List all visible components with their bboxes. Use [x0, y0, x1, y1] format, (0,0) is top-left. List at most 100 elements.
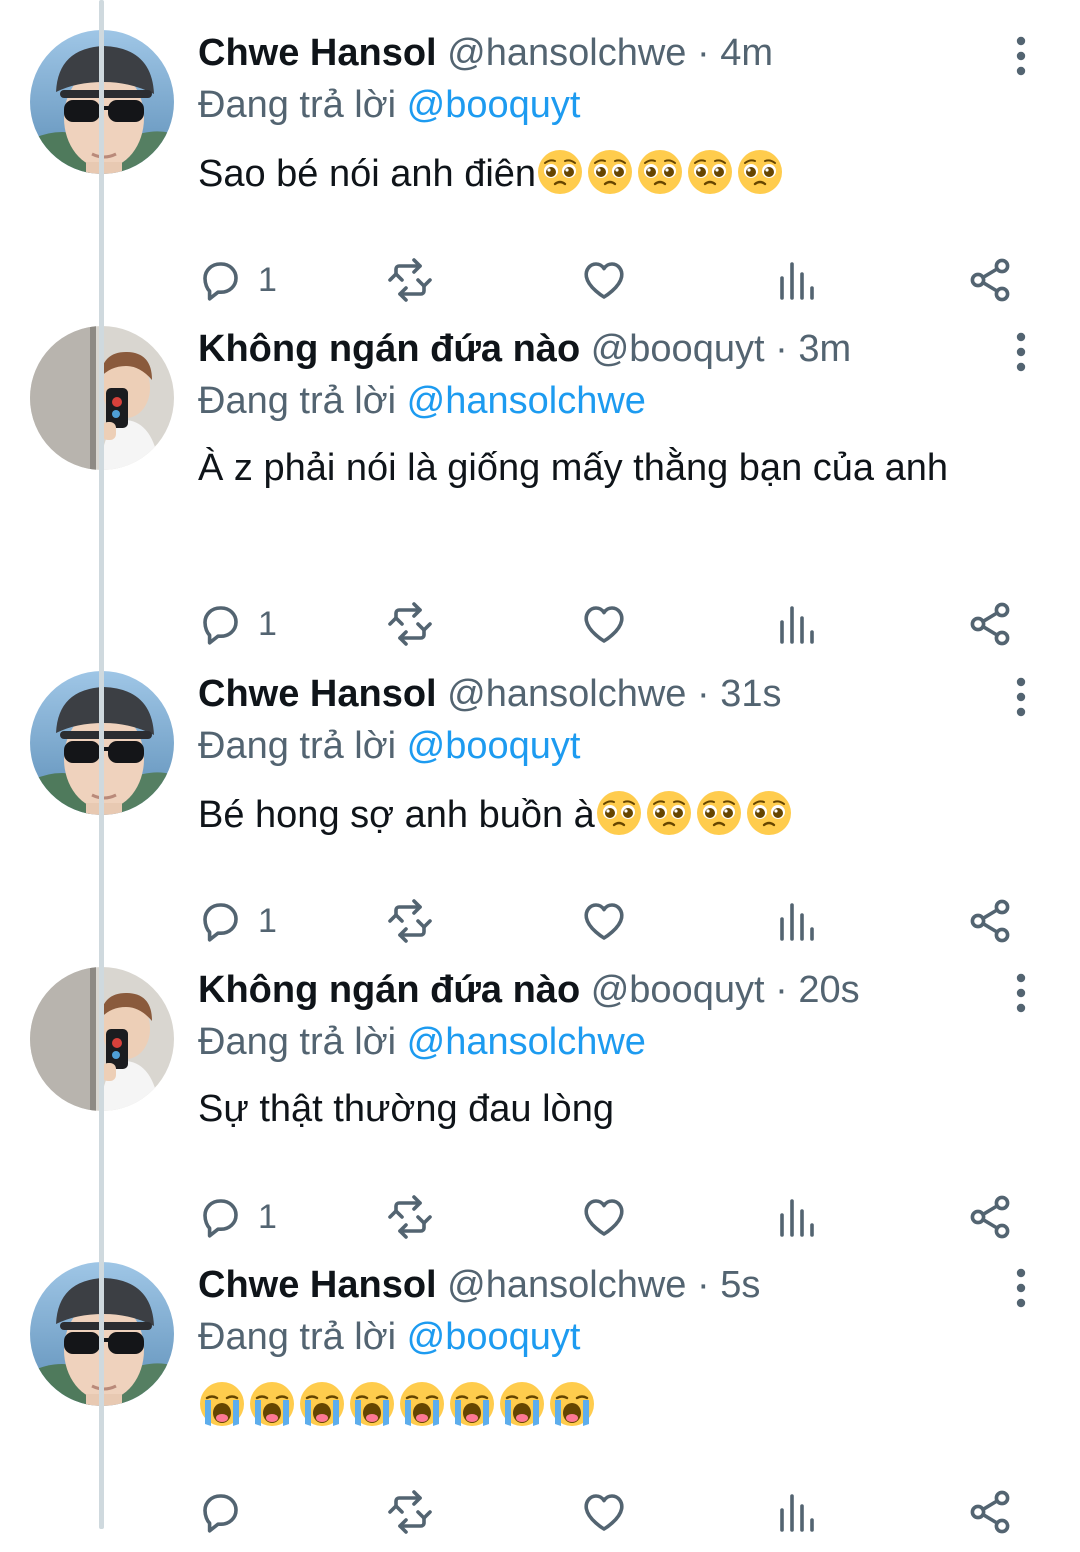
like-button[interactable] — [580, 1486, 628, 1538]
reply-count: 1 — [258, 260, 277, 299]
more-options-button[interactable] — [1006, 330, 1036, 374]
like-button[interactable] — [580, 1191, 628, 1243]
share-icon — [966, 256, 1014, 304]
display-name[interactable]: Chwe Hansol — [198, 32, 437, 74]
retweet-button[interactable] — [386, 598, 434, 650]
mention-link[interactable]: @booquyt — [407, 1316, 581, 1358]
share-button[interactable] — [966, 254, 1014, 306]
more-vertical-icon — [1016, 36, 1026, 76]
reply-count: 1 — [258, 901, 277, 940]
reply-icon — [196, 1193, 244, 1241]
retweet-button[interactable] — [386, 1191, 434, 1243]
loudly-crying-face-emoji — [350, 1382, 394, 1426]
display-name[interactable]: Chwe Hansol — [198, 673, 437, 715]
share-button[interactable] — [966, 895, 1014, 947]
separator-dot: · — [686, 1264, 721, 1306]
mention-link[interactable]: @hansolchwe — [407, 1021, 646, 1063]
replying-to: Đang trả lời @booquyt — [198, 1314, 580, 1360]
user-handle[interactable]: @hansolchwe — [447, 32, 686, 74]
tweet[interactable]: Không ngán đứa nào @booquyt · 20s Đang tr… — [0, 957, 1080, 1257]
display-name[interactable]: Không ngán đứa nào — [198, 969, 580, 1011]
more-options-button[interactable] — [1006, 1266, 1036, 1310]
reply-icon — [196, 600, 244, 648]
reply-button[interactable]: 1 — [196, 598, 277, 650]
like-button[interactable] — [580, 895, 628, 947]
analytics-icon — [772, 256, 820, 304]
views-button[interactable] — [772, 1486, 820, 1538]
loudly-crying-face-emoji — [300, 1382, 344, 1426]
replying-to-label: Đang trả lời — [198, 380, 397, 422]
tweet[interactable]: Không ngán đứa nào @booquyt · 3m Đang trả… — [0, 316, 1080, 646]
share-button[interactable] — [966, 1486, 1014, 1538]
like-button[interactable] — [580, 598, 628, 650]
tweet[interactable]: Chwe Hansol @hansolchwe · 31s Đang trả lờ… — [0, 661, 1080, 961]
retweet-button[interactable] — [386, 895, 434, 947]
display-name[interactable]: Không ngán đứa nào — [198, 328, 580, 370]
heart-icon — [580, 600, 628, 648]
tweet-timestamp[interactable]: 31s — [720, 673, 781, 715]
analytics-icon — [772, 600, 820, 648]
tweet-timestamp[interactable]: 5s — [720, 1264, 760, 1306]
tweet-timestamp[interactable]: 4m — [720, 32, 773, 74]
tweet-text: Sao bé nói anh điên — [198, 148, 998, 198]
pleading-face-emoji — [646, 791, 691, 835]
analytics-icon — [772, 1193, 820, 1241]
views-button[interactable] — [772, 895, 820, 947]
reply-button[interactable]: 1 — [196, 254, 277, 306]
mention-link[interactable]: @booquyt — [407, 84, 581, 126]
tweet[interactable]: Chwe Hansol @hansolchwe · 4m Đang trả lời… — [0, 20, 1080, 320]
tweet-actions: 1 — [196, 254, 1026, 306]
tweet-text: Sự thật thường đau lòng — [198, 1085, 998, 1133]
thread-connector-line — [99, 0, 104, 1529]
like-button[interactable] — [580, 254, 628, 306]
reply-button[interactable]: 1 — [196, 895, 277, 947]
more-options-button[interactable] — [1006, 971, 1036, 1015]
views-button[interactable] — [772, 1191, 820, 1243]
retweet-button[interactable] — [386, 254, 434, 306]
pleading-face-emoji — [638, 150, 683, 194]
reply-button[interactable]: 1 — [196, 1191, 277, 1243]
tweet-header: Chwe Hansol @hansolchwe · 31s — [198, 671, 782, 717]
retweet-button[interactable] — [386, 1486, 434, 1538]
more-options-button[interactable] — [1006, 34, 1036, 78]
tweet-actions: 1 — [196, 895, 1026, 947]
tweet-text: À z phải nói là giống mấy thằng bạn của … — [198, 444, 998, 492]
separator-dot: · — [686, 673, 721, 715]
tweet-text-content: Bé hong sợ anh buồn à — [198, 794, 595, 836]
tweet-text — [198, 1380, 998, 1430]
more-options-button[interactable] — [1006, 675, 1036, 719]
separator-dot: · — [764, 969, 799, 1011]
separator-dot: · — [686, 32, 721, 74]
views-button[interactable] — [772, 598, 820, 650]
tweet-timestamp[interactable]: 20s — [798, 969, 859, 1011]
tweet[interactable]: Chwe Hansol @hansolchwe · 5s Đang trả lời… — [0, 1252, 1080, 1552]
tweet-header: Không ngán đứa nào @booquyt · 3m — [198, 326, 851, 372]
reply-button[interactable] — [196, 1486, 258, 1538]
user-handle[interactable]: @hansolchwe — [447, 1264, 686, 1306]
share-icon — [966, 897, 1014, 945]
user-handle[interactable]: @booquyt — [591, 969, 765, 1011]
more-vertical-icon — [1016, 677, 1026, 717]
mention-link[interactable]: @booquyt — [407, 725, 581, 767]
tweet-text-content: À z phải nói là giống mấy thằng bạn của … — [198, 447, 948, 489]
tweet-actions — [196, 1486, 1026, 1538]
pleading-face-emoji — [746, 791, 791, 835]
replying-to: Đang trả lời @hansolchwe — [198, 378, 646, 424]
tweet-actions: 1 — [196, 1191, 1026, 1243]
tweet-header: Chwe Hansol @hansolchwe · 4m — [198, 30, 773, 76]
mention-link[interactable]: @hansolchwe — [407, 380, 646, 422]
heart-icon — [580, 256, 628, 304]
tweet-header: Chwe Hansol @hansolchwe · 5s — [198, 1262, 760, 1308]
share-button[interactable] — [966, 598, 1014, 650]
user-handle[interactable]: @booquyt — [591, 328, 765, 370]
user-handle[interactable]: @hansolchwe — [447, 673, 686, 715]
pleading-face-emoji — [738, 150, 783, 194]
reply-count: 1 — [258, 604, 277, 643]
display-name[interactable]: Chwe Hansol — [198, 1264, 437, 1306]
loudly-crying-face-emoji — [250, 1382, 294, 1426]
views-button[interactable] — [772, 254, 820, 306]
more-vertical-icon — [1016, 332, 1026, 372]
replying-to-label: Đang trả lời — [198, 1316, 397, 1358]
tweet-timestamp[interactable]: 3m — [798, 328, 851, 370]
share-button[interactable] — [966, 1191, 1014, 1243]
